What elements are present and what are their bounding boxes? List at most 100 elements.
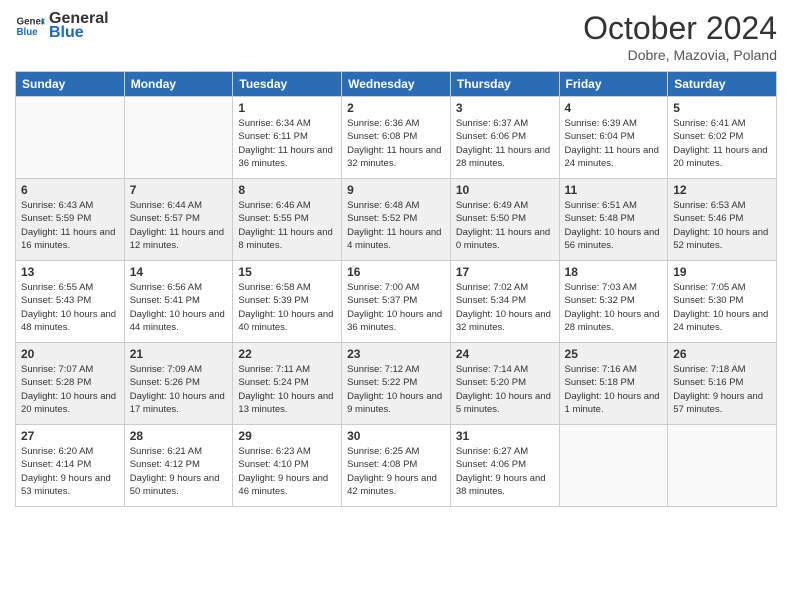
day-number: 12: [673, 183, 771, 197]
day-number: 2: [347, 101, 445, 115]
calendar-cell: 11 Sunrise: 6:51 AM Sunset: 5:48 PM Dayli…: [559, 179, 668, 261]
day-number: 16: [347, 265, 445, 279]
calendar-cell: 7Sunrise: 6:44 AM Sunset: 5:57 PM Daylig…: [124, 179, 233, 261]
day-number: 9: [347, 183, 445, 197]
weekday-header-friday: Friday: [559, 72, 668, 97]
calendar-cell: [124, 97, 233, 179]
calendar-cell: 9 Sunrise: 6:48 AM Sunset: 5:52 PM Daylig…: [342, 179, 451, 261]
calendar-cell: 31Sunrise: 6:27 AM Sunset: 4:06 PM Dayli…: [450, 425, 559, 507]
day-number: 20: [21, 347, 119, 361]
day-info: Sunrise: 6:25 AM Sunset: 4:08 PM Dayligh…: [347, 445, 445, 498]
day-number: 23: [347, 347, 445, 361]
calendar-cell: 18 Sunrise: 7:03 AM Sunset: 5:32 PM Dayli…: [559, 261, 668, 343]
day-number: 4: [565, 101, 663, 115]
day-number: 8: [238, 183, 336, 197]
svg-text:Blue: Blue: [17, 27, 39, 38]
day-info: Sunrise: 7:14 AM Sunset: 5:20 PM Dayligh…: [456, 363, 554, 416]
day-info: Sunrise: 7:18 AM Sunset: 5:16 PM Dayligh…: [673, 363, 771, 416]
day-number: 3: [456, 101, 554, 115]
calendar-cell: 17 Sunrise: 7:02 AM Sunset: 5:34 PM Dayli…: [450, 261, 559, 343]
calendar-cell: [16, 97, 125, 179]
day-number: 7: [130, 183, 228, 197]
calendar-cell: 25 Sunrise: 7:16 AM Sunset: 5:18 PM Dayli…: [559, 343, 668, 425]
calendar-cell: 14Sunrise: 6:56 AM Sunset: 5:41 PM Dayli…: [124, 261, 233, 343]
day-info: Sunrise: 6:34 AM Sunset: 6:11 PM Dayligh…: [238, 117, 336, 170]
day-info: Sunrise: 7:05 AM Sunset: 5:30 PM Dayligh…: [673, 281, 771, 334]
calendar-week-row: 6 Sunrise: 6:43 AM Sunset: 5:59 PM Daylig…: [16, 179, 777, 261]
day-number: 13: [21, 265, 119, 279]
day-info: Sunrise: 7:02 AM Sunset: 5:34 PM Dayligh…: [456, 281, 554, 334]
calendar-cell: 12 Sunrise: 6:53 AM Sunset: 5:46 PM Dayli…: [668, 179, 777, 261]
day-number: 1: [238, 101, 336, 115]
month-title: October 2024: [583, 10, 777, 47]
weekday-header-row: SundayMondayTuesdayWednesdayThursdayFrid…: [16, 72, 777, 97]
day-number: 6: [21, 183, 119, 197]
calendar-cell: 16 Sunrise: 7:00 AM Sunset: 5:37 PM Dayli…: [342, 261, 451, 343]
day-number: 19: [673, 265, 771, 279]
calendar-cell: 15 Sunrise: 6:58 AM Sunset: 5:39 PM Dayli…: [233, 261, 342, 343]
logo: General Blue General Blue: [15, 10, 109, 41]
day-info: Sunrise: 6:58 AM Sunset: 5:39 PM Dayligh…: [238, 281, 336, 334]
day-info: Sunrise: 6:39 AM Sunset: 6:04 PM Dayligh…: [565, 117, 663, 170]
day-info: Sunrise: 7:12 AM Sunset: 5:22 PM Dayligh…: [347, 363, 445, 416]
day-info: Sunrise: 6:46 AM Sunset: 5:55 PM Dayligh…: [238, 199, 336, 252]
calendar-cell: 13 Sunrise: 6:55 AM Sunset: 5:43 PM Dayli…: [16, 261, 125, 343]
day-info: Sunrise: 6:49 AM Sunset: 5:50 PM Dayligh…: [456, 199, 554, 252]
day-number: 31: [456, 429, 554, 443]
calendar-cell: 5Sunrise: 6:41 AM Sunset: 6:02 PM Daylig…: [668, 97, 777, 179]
calendar-cell: 21Sunrise: 7:09 AM Sunset: 5:26 PM Dayli…: [124, 343, 233, 425]
generalblue-logo-icon: General Blue: [15, 11, 45, 41]
day-info: Sunrise: 7:07 AM Sunset: 5:28 PM Dayligh…: [21, 363, 119, 416]
calendar-week-row: 20 Sunrise: 7:07 AM Sunset: 5:28 PM Dayli…: [16, 343, 777, 425]
calendar-cell: 28 Sunrise: 6:21 AM Sunset: 4:12 PM Dayli…: [124, 425, 233, 507]
header: General Blue General Blue October 2024 D…: [15, 10, 777, 63]
day-number: 14: [130, 265, 228, 279]
calendar-cell: 24 Sunrise: 7:14 AM Sunset: 5:20 PM Dayli…: [450, 343, 559, 425]
calendar-cell: 22Sunrise: 7:11 AM Sunset: 5:24 PM Dayli…: [233, 343, 342, 425]
day-number: 27: [21, 429, 119, 443]
day-info: Sunrise: 6:36 AM Sunset: 6:08 PM Dayligh…: [347, 117, 445, 170]
day-number: 11: [565, 183, 663, 197]
day-info: Sunrise: 6:51 AM Sunset: 5:48 PM Dayligh…: [565, 199, 663, 252]
weekday-header-thursday: Thursday: [450, 72, 559, 97]
calendar-cell: 1 Sunrise: 6:34 AM Sunset: 6:11 PM Daylig…: [233, 97, 342, 179]
svg-text:General: General: [17, 16, 46, 27]
calendar-cell: [559, 425, 668, 507]
calendar-cell: 6 Sunrise: 6:43 AM Sunset: 5:59 PM Daylig…: [16, 179, 125, 261]
day-info: Sunrise: 7:00 AM Sunset: 5:37 PM Dayligh…: [347, 281, 445, 334]
day-info: Sunrise: 6:43 AM Sunset: 5:59 PM Dayligh…: [21, 199, 119, 252]
day-info: Sunrise: 6:21 AM Sunset: 4:12 PM Dayligh…: [130, 445, 228, 498]
day-number: 10: [456, 183, 554, 197]
weekday-header-wednesday: Wednesday: [342, 72, 451, 97]
day-number: 24: [456, 347, 554, 361]
day-number: 17: [456, 265, 554, 279]
day-number: 25: [565, 347, 663, 361]
day-number: 28: [130, 429, 228, 443]
title-area: October 2024 Dobre, Mazovia, Poland: [583, 10, 777, 63]
logo-blue-text: Blue: [49, 24, 109, 42]
weekday-header-monday: Monday: [124, 72, 233, 97]
calendar-week-row: 1 Sunrise: 6:34 AM Sunset: 6:11 PM Daylig…: [16, 97, 777, 179]
weekday-header-saturday: Saturday: [668, 72, 777, 97]
day-info: Sunrise: 6:53 AM Sunset: 5:46 PM Dayligh…: [673, 199, 771, 252]
day-info: Sunrise: 6:23 AM Sunset: 4:10 PM Dayligh…: [238, 445, 336, 498]
calendar-cell: 4 Sunrise: 6:39 AM Sunset: 6:04 PM Daylig…: [559, 97, 668, 179]
day-info: Sunrise: 6:48 AM Sunset: 5:52 PM Dayligh…: [347, 199, 445, 252]
day-info: Sunrise: 6:55 AM Sunset: 5:43 PM Dayligh…: [21, 281, 119, 334]
day-number: 29: [238, 429, 336, 443]
day-info: Sunrise: 7:03 AM Sunset: 5:32 PM Dayligh…: [565, 281, 663, 334]
calendar-cell: [668, 425, 777, 507]
calendar-cell: 27Sunrise: 6:20 AM Sunset: 4:14 PM Dayli…: [16, 425, 125, 507]
day-number: 18: [565, 265, 663, 279]
day-number: 22: [238, 347, 336, 361]
calendar-cell: 26Sunrise: 7:18 AM Sunset: 5:16 PM Dayli…: [668, 343, 777, 425]
day-number: 5: [673, 101, 771, 115]
day-number: 15: [238, 265, 336, 279]
day-number: 30: [347, 429, 445, 443]
day-info: Sunrise: 7:16 AM Sunset: 5:18 PM Dayligh…: [565, 363, 663, 416]
calendar-cell: 19 Sunrise: 7:05 AM Sunset: 5:30 PM Dayli…: [668, 261, 777, 343]
calendar-cell: 10 Sunrise: 6:49 AM Sunset: 5:50 PM Dayli…: [450, 179, 559, 261]
calendar-cell: 20 Sunrise: 7:07 AM Sunset: 5:28 PM Dayli…: [16, 343, 125, 425]
day-number: 21: [130, 347, 228, 361]
calendar-cell: 30 Sunrise: 6:25 AM Sunset: 4:08 PM Dayli…: [342, 425, 451, 507]
